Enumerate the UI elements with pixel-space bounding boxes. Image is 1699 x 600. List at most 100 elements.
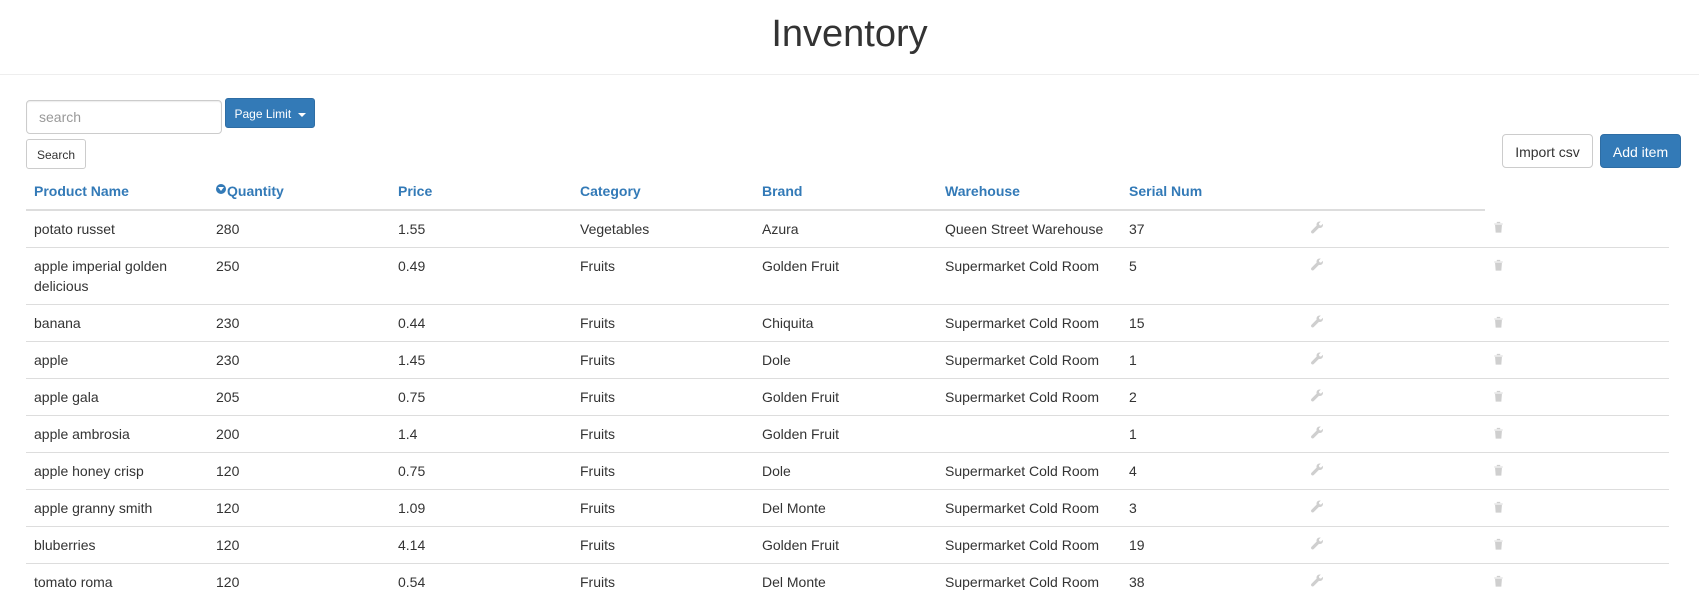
column-header-category[interactable]: Category: [572, 173, 754, 210]
table-row: tomato roma1200.54FruitsDel MonteSuperma…: [26, 564, 1669, 600]
cell-serial: 4: [1121, 453, 1303, 490]
cell-serial: 15: [1121, 305, 1303, 342]
trash-icon[interactable]: [1493, 575, 1504, 587]
wrench-icon[interactable]: [1311, 426, 1324, 439]
cell-quantity: 120: [208, 527, 390, 564]
table-row: potato russet2801.55VegetablesAzuraQueen…: [26, 210, 1669, 248]
cell-edit: [1303, 416, 1485, 453]
cell-quantity: 200: [208, 416, 390, 453]
cell-warehouse: Supermarket Cold Room: [937, 248, 1121, 305]
cell-name: apple: [26, 342, 208, 379]
wrench-icon[interactable]: [1311, 352, 1324, 365]
column-header-price[interactable]: Price: [390, 173, 572, 210]
cell-brand: Del Monte: [754, 490, 937, 527]
trash-icon[interactable]: [1493, 390, 1504, 402]
trash-icon[interactable]: [1493, 316, 1504, 328]
cell-category: Fruits: [572, 564, 754, 600]
cell-delete: [1485, 248, 1669, 305]
search-input[interactable]: [26, 100, 222, 134]
cell-name: apple granny smith: [26, 490, 208, 527]
page-limit-dropdown[interactable]: Page Limit: [225, 98, 315, 128]
cell-name: banana: [26, 305, 208, 342]
cell-warehouse: Supermarket Cold Room: [937, 342, 1121, 379]
cell-delete: [1485, 305, 1669, 342]
cell-quantity: 230: [208, 342, 390, 379]
table-row: banana2300.44FruitsChiquitaSupermarket C…: [26, 305, 1669, 342]
cell-delete: [1485, 342, 1669, 379]
wrench-icon[interactable]: [1311, 221, 1324, 234]
wrench-icon[interactable]: [1311, 537, 1324, 550]
cell-price: 0.75: [390, 453, 572, 490]
search-button[interactable]: Search: [26, 139, 86, 169]
sort-desc-icon: [216, 184, 226, 194]
cell-warehouse: [937, 416, 1121, 453]
wrench-icon[interactable]: [1311, 258, 1324, 271]
wrench-icon[interactable]: [1311, 463, 1324, 476]
cell-edit: [1303, 248, 1485, 305]
cell-brand: Golden Fruit: [754, 248, 937, 305]
cell-serial: 38: [1121, 564, 1303, 600]
wrench-icon[interactable]: [1311, 574, 1324, 587]
cell-delete: [1485, 379, 1669, 416]
trash-icon[interactable]: [1493, 427, 1504, 439]
cell-warehouse: Supermarket Cold Room: [937, 490, 1121, 527]
cell-category: Fruits: [572, 342, 754, 379]
cell-warehouse: Supermarket Cold Room: [937, 305, 1121, 342]
cell-warehouse: Supermarket Cold Room: [937, 564, 1121, 600]
column-header-quantity[interactable]: Quantity: [208, 173, 390, 210]
trash-icon[interactable]: [1493, 353, 1504, 365]
cell-price: 0.49: [390, 248, 572, 305]
trash-icon[interactable]: [1493, 221, 1504, 233]
cell-name: apple honey crisp: [26, 453, 208, 490]
cell-delete: [1485, 527, 1669, 564]
cell-quantity: 280: [208, 210, 390, 248]
inventory-table: Product Name Quantity Price Category Bra…: [26, 173, 1669, 600]
cell-quantity: 205: [208, 379, 390, 416]
table-row: apple granny smith1201.09FruitsDel Monte…: [26, 490, 1669, 527]
cell-warehouse: Supermarket Cold Room: [937, 379, 1121, 416]
cell-serial: 1: [1121, 416, 1303, 453]
trash-icon[interactable]: [1493, 501, 1504, 513]
table-row: apple2301.45FruitsDoleSupermarket Cold R…: [26, 342, 1669, 379]
cell-category: Fruits: [572, 379, 754, 416]
cell-price: 0.75: [390, 379, 572, 416]
wrench-icon[interactable]: [1311, 389, 1324, 402]
cell-price: 1.09: [390, 490, 572, 527]
cell-category: Fruits: [572, 490, 754, 527]
cell-category: Fruits: [572, 248, 754, 305]
cell-name: bluberries: [26, 527, 208, 564]
import-csv-button[interactable]: Import csv: [1502, 134, 1593, 168]
cell-price: 1.4: [390, 416, 572, 453]
cell-edit: [1303, 453, 1485, 490]
trash-icon[interactable]: [1493, 538, 1504, 550]
table-row: apple imperial golden delicious2500.49Fr…: [26, 248, 1669, 305]
cell-delete: [1485, 210, 1669, 248]
column-header-serial-num[interactable]: Serial Num: [1121, 173, 1303, 210]
cell-quantity: 120: [208, 564, 390, 600]
add-item-button[interactable]: Add item: [1600, 134, 1681, 168]
table-row: apple ambrosia2001.4FruitsGolden Fruit1: [26, 416, 1669, 453]
cell-quantity: 230: [208, 305, 390, 342]
cell-brand: Dole: [754, 342, 937, 379]
wrench-icon[interactable]: [1311, 500, 1324, 513]
wrench-icon[interactable]: [1311, 315, 1324, 328]
cell-brand: Golden Fruit: [754, 416, 937, 453]
cell-serial: 3: [1121, 490, 1303, 527]
cell-edit: [1303, 379, 1485, 416]
cell-edit: [1303, 210, 1485, 248]
caret-down-icon: [298, 113, 306, 117]
cell-brand: Dole: [754, 453, 937, 490]
column-header-warehouse[interactable]: Warehouse: [937, 173, 1121, 210]
column-header-brand[interactable]: Brand: [754, 173, 937, 210]
cell-category: Fruits: [572, 453, 754, 490]
cell-brand: Chiquita: [754, 305, 937, 342]
table-row: apple honey crisp1200.75FruitsDoleSuperm…: [26, 453, 1669, 490]
cell-price: 1.55: [390, 210, 572, 248]
cell-name: potato russet: [26, 210, 208, 248]
cell-name: apple imperial golden delicious: [26, 248, 208, 305]
trash-icon[interactable]: [1493, 259, 1504, 271]
cell-edit: [1303, 342, 1485, 379]
cell-brand: Del Monte: [754, 564, 937, 600]
column-header-product-name[interactable]: Product Name: [26, 173, 208, 210]
trash-icon[interactable]: [1493, 464, 1504, 476]
